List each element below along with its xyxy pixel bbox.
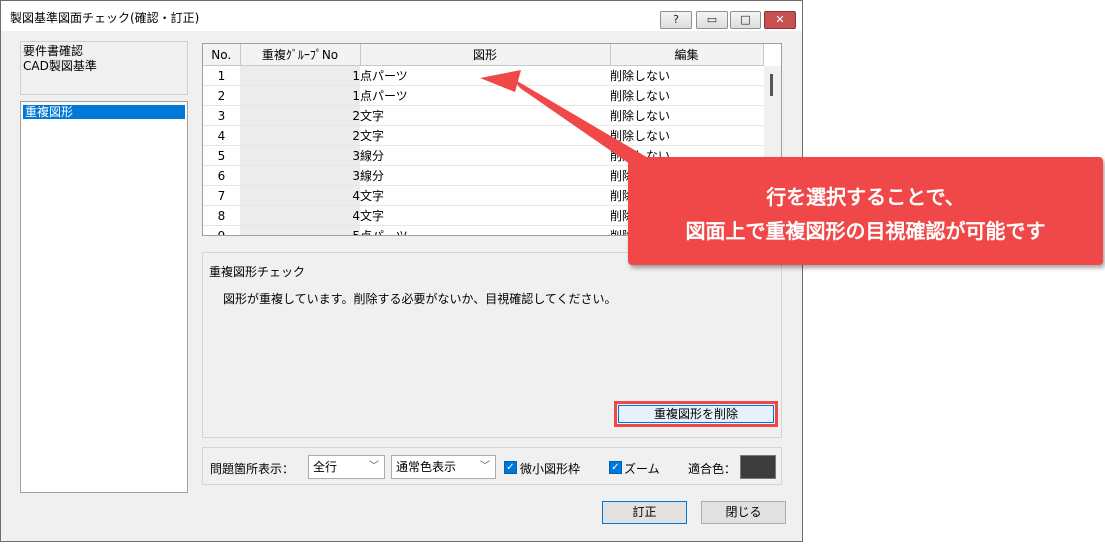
callout-line-1: 行を選択することで、	[766, 185, 965, 209]
annotation-arrow	[480, 70, 660, 178]
annotation-callout: 行を選択することで、 図面上で重複図形の目視確認が可能です	[628, 157, 1103, 265]
callout-line-2: 図面上で重複図形の目視確認が可能です	[685, 219, 1046, 243]
